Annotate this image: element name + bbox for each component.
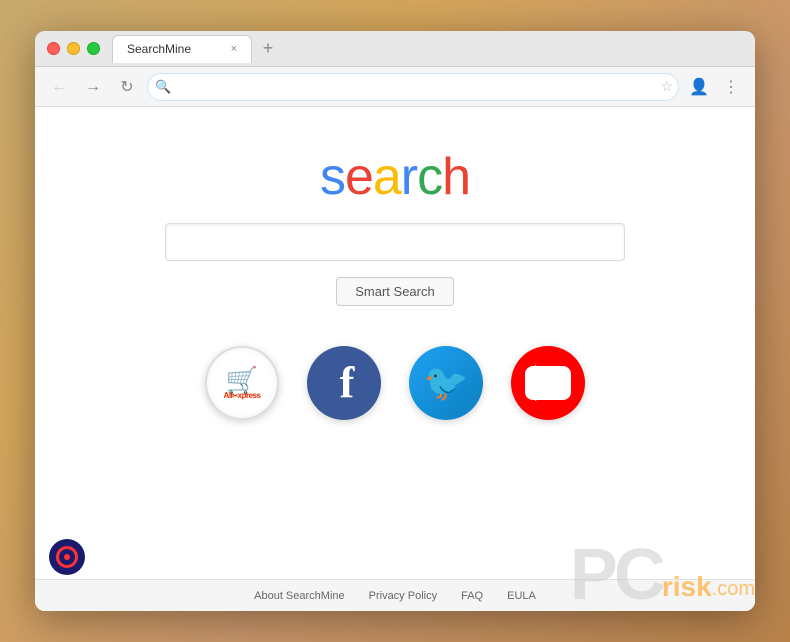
pcrisk-dot [64,554,70,560]
shortcuts-row: 🛒 Ali✂xpress f 🐦 [205,346,585,420]
maximize-button[interactable] [87,42,100,55]
search-icon: 🔍 [155,79,171,95]
minimize-button[interactable] [67,42,80,55]
page-content: search Smart Search 🛒 Ali✂xpress f 🐦 [35,107,755,611]
back-button[interactable]: ← [45,73,73,101]
aliexpress-shortcut[interactable]: 🛒 Ali✂xpress [205,346,279,420]
reload-button[interactable]: ↻ [113,73,141,101]
address-bar-wrap: 🔍 ☆ [147,73,679,101]
twitter-shortcut[interactable]: 🐦 [409,346,483,420]
logo-a: a [373,148,401,206]
aliexpress-label: Ali✂xpress [224,391,261,400]
facebook-f-icon: f [334,361,355,405]
smart-search-button[interactable]: Smart Search [336,277,453,306]
menu-button[interactable]: ⋮ [717,73,745,101]
youtube-play-bg [525,366,571,400]
aliexpress-cart-icon: 🛒 [226,367,258,393]
footer-eula[interactable]: EULA [507,590,536,602]
nav-right-buttons: 👤 ⋮ [685,73,745,101]
address-input[interactable] [147,73,679,101]
watermark-risk: risk [662,571,712,603]
bookmark-button[interactable]: ☆ [660,78,673,95]
youtube-play-icon [535,365,567,401]
youtube-shortcut[interactable] [511,346,585,420]
logo-r: r [401,148,417,206]
watermark: PC risk .com [570,539,755,611]
facebook-shortcut[interactable]: f [307,346,381,420]
title-bar: SearchMine × + [35,31,755,67]
footer-privacy[interactable]: Privacy Policy [369,590,437,602]
close-button[interactable] [47,42,60,55]
pcrisk-icon-inner [56,546,78,568]
search-logo: search [320,147,470,207]
search-input[interactable] [165,223,625,261]
watermark-com: .com [712,578,755,601]
footer-about[interactable]: About SearchMine [254,590,345,602]
browser-window: SearchMine × + ← → ↻ 🔍 ☆ 👤 ⋮ search [35,31,755,611]
active-tab[interactable]: SearchMine × [112,35,252,63]
tab-bar: SearchMine × + [112,35,743,63]
search-input-wrap [165,223,625,261]
tab-title: SearchMine [127,42,191,56]
watermark-pc: PC [570,539,662,611]
traffic-lights [47,42,100,55]
twitter-bird-icon: 🐦 [424,362,469,404]
logo-c: c [417,148,442,206]
new-tab-button[interactable]: + [256,37,280,61]
pcrisk-badge [49,539,85,575]
forward-button[interactable]: → [79,73,107,101]
user-button[interactable]: 👤 [685,73,713,101]
tab-close-icon[interactable]: × [231,43,237,55]
nav-bar: ← → ↻ 🔍 ☆ 👤 ⋮ [35,67,755,107]
pcrisk-icon [49,539,85,575]
footer-faq[interactable]: FAQ [461,590,483,602]
logo-h: h [442,148,470,206]
logo-e: e [345,148,373,206]
logo-s: s [320,148,345,206]
